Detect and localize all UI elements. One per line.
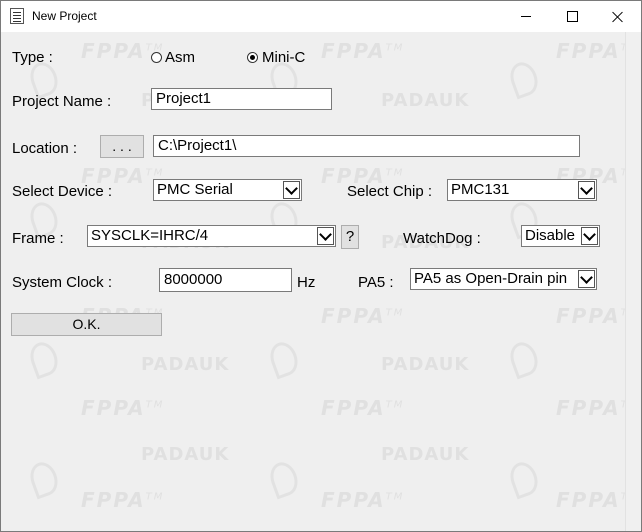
select-chip-dropdown[interactable]: PMC131 — [447, 179, 597, 201]
minimize-button[interactable] — [503, 1, 549, 32]
watermark-fppa: FPPATM — [556, 304, 625, 328]
location-input[interactable]: C:\Project1\ — [153, 135, 580, 157]
chevron-down-icon[interactable] — [578, 270, 595, 288]
pa5-label: PA5 : — [358, 274, 394, 291]
location-label: Location : — [12, 140, 78, 157]
type-asm-label[interactable]: Asm — [165, 49, 195, 66]
title-bar[interactable]: New Project — [1, 1, 641, 32]
watermark-padauk: PADAUK — [381, 90, 470, 111]
watermark-leaf-icon — [505, 338, 543, 380]
watermark-fppa: FPPATM — [556, 488, 625, 512]
watermark-fppa: FPPATM — [321, 39, 405, 63]
pa5-dropdown[interactable]: PA5 as Open-Drain pin — [410, 268, 597, 290]
frame-label: Frame : — [12, 230, 64, 247]
app-icon — [10, 8, 24, 24]
watermark-fppa: FPPATM — [321, 396, 405, 420]
select-device-label: Select Device : — [12, 183, 113, 200]
project-name-label: Project Name : — [12, 93, 112, 110]
new-project-window: New Project FPPATM FPPATM FPPATM PADAUK … — [0, 0, 642, 532]
system-clock-label: System Clock : — [12, 274, 113, 291]
minimize-icon — [521, 16, 531, 17]
project-name-input[interactable]: Project1 — [151, 88, 332, 110]
ok-button[interactable]: O.K. — [11, 313, 162, 336]
watermark-fppa: FPPATM — [81, 488, 165, 512]
chevron-down-icon[interactable] — [283, 181, 300, 199]
maximize-button[interactable] — [549, 1, 595, 32]
watermark-fppa: FPPATM — [321, 488, 405, 512]
frame-dropdown[interactable]: SYSCLK=IHRC/4 — [87, 225, 336, 247]
watchdog-value: Disable — [525, 227, 576, 244]
maximize-icon — [566, 11, 578, 22]
watermark-padauk: PADAUK — [381, 354, 470, 375]
watermark-leaf-icon — [25, 458, 63, 500]
select-device-value: PMC Serial — [157, 181, 233, 198]
vertical-scrollbar[interactable] — [625, 32, 641, 531]
watermark-fppa: FPPATM — [321, 304, 405, 328]
select-chip-label: Select Chip : — [347, 183, 433, 200]
select-chip-value: PMC131 — [451, 181, 510, 198]
type-mini-c-radio[interactable] — [247, 52, 258, 63]
dialog-body: FPPATM FPPATM FPPATM PADAUK PADAUK FPPAT… — [1, 32, 625, 531]
watermark-leaf-icon — [265, 458, 303, 500]
close-button[interactable] — [595, 1, 641, 32]
watermark-fppa: FPPATM — [556, 396, 625, 420]
watermark-leaf-icon — [25, 338, 63, 380]
watermark-fppa: FPPATM — [556, 39, 625, 63]
pa5-value: PA5 as Open-Drain pin — [414, 270, 568, 287]
frame-value: SYSCLK=IHRC/4 — [91, 227, 209, 244]
watermark-fppa: FPPATM — [81, 396, 165, 420]
type-asm-radio[interactable] — [151, 52, 162, 63]
watermark-leaf-icon — [265, 338, 303, 380]
watchdog-dropdown[interactable]: Disable — [521, 225, 600, 247]
chevron-down-icon[interactable] — [578, 181, 595, 199]
browse-button[interactable]: . . . — [100, 135, 144, 158]
type-label: Type : — [12, 49, 53, 66]
watermark-padauk: PADAUK — [141, 354, 230, 375]
watermark-padauk: PADAUK — [141, 444, 230, 465]
chevron-down-icon[interactable] — [317, 227, 334, 245]
system-clock-input[interactable]: 8000000 — [159, 268, 292, 292]
window-title: New Project — [32, 9, 97, 23]
watermark-leaf-icon — [505, 458, 543, 500]
select-device-dropdown[interactable]: PMC Serial — [153, 179, 302, 201]
watermark-padauk: PADAUK — [381, 444, 470, 465]
close-icon — [612, 11, 624, 23]
watchdog-label: WatchDog : — [403, 230, 481, 247]
system-clock-unit: Hz — [297, 274, 316, 291]
watermark-leaf-icon — [505, 58, 543, 100]
chevron-down-icon[interactable] — [581, 227, 598, 245]
type-mini-c-label[interactable]: Mini-C — [262, 49, 305, 66]
frame-help-button[interactable]: ? — [341, 225, 359, 249]
